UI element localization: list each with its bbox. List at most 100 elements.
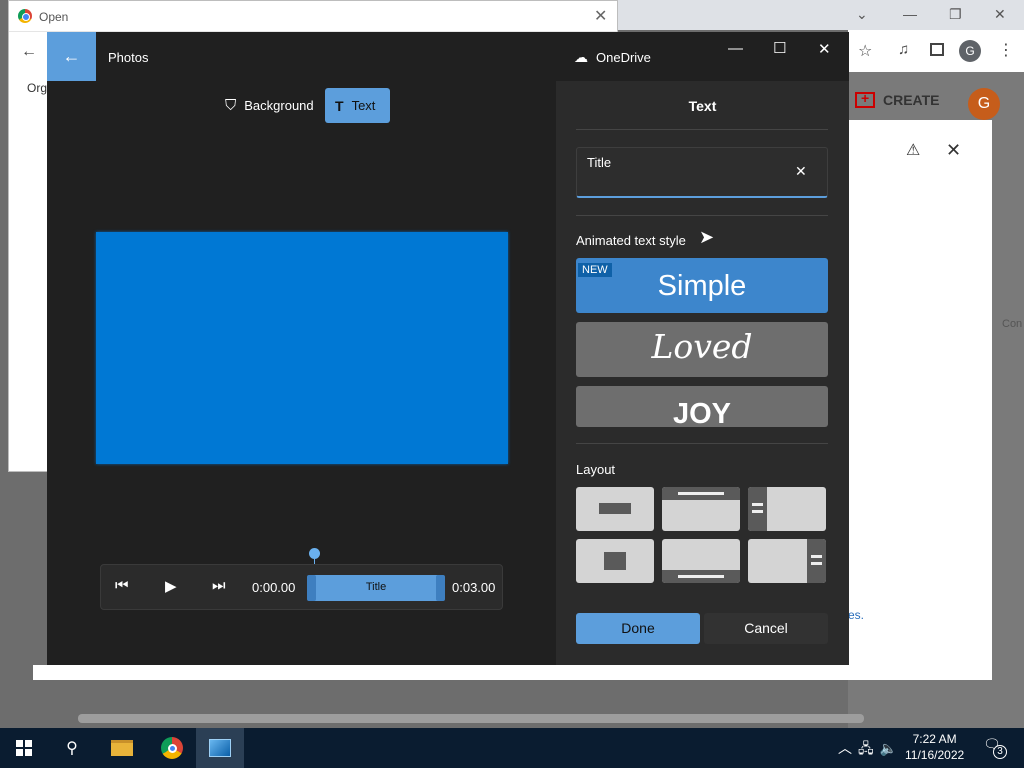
side-panel-icon[interactable] bbox=[930, 43, 944, 56]
dialog-bottom bbox=[33, 665, 992, 680]
clip-label: Title bbox=[365, 581, 387, 593]
layout-mark bbox=[599, 503, 631, 514]
feedback-icon[interactable]: ⚠ bbox=[906, 140, 920, 160]
avatar[interactable]: G bbox=[968, 88, 1000, 120]
clock[interactable]: 7:22 AM 11/16/2022 bbox=[905, 731, 964, 763]
cloud-off-icon: ☁ bbox=[574, 49, 588, 65]
minimize-icon[interactable]: — bbox=[903, 6, 917, 22]
cancel-button[interactable]: Cancel bbox=[704, 613, 828, 644]
divider bbox=[576, 443, 828, 444]
layout-bottom-bar[interactable] bbox=[662, 539, 740, 583]
clip-start-handle[interactable] bbox=[307, 575, 316, 601]
clock-date: 11/16/2022 bbox=[905, 748, 965, 762]
layout-right-bar[interactable] bbox=[748, 539, 826, 583]
play-icon[interactable]: ▶ bbox=[165, 577, 177, 595]
layout-mark bbox=[807, 539, 826, 583]
close-icon[interactable]: ✕ bbox=[594, 6, 607, 26]
create-video-icon bbox=[855, 90, 875, 108]
onedrive-status[interactable]: ☁ OneDrive bbox=[574, 49, 651, 66]
clear-icon[interactable]: ✕ bbox=[795, 163, 807, 180]
layout-label: Layout bbox=[576, 462, 616, 477]
layout-center-box[interactable] bbox=[576, 539, 654, 583]
open-dialog-title-bar: Open ✕ bbox=[9, 1, 617, 32]
layout-mark bbox=[604, 552, 626, 570]
title-text-field[interactable]: Title ✕ bbox=[576, 147, 828, 198]
minimize-icon[interactable]: — bbox=[728, 40, 743, 57]
chrome-title-bar: ⌄ — ❐ ✕ bbox=[618, 0, 1024, 30]
style-loved-label: Loved bbox=[651, 327, 753, 366]
previous-frame-icon[interactable]: ⏮ bbox=[115, 577, 129, 594]
horizontal-scrollbar[interactable] bbox=[78, 714, 864, 723]
link-text[interactable]: es. bbox=[848, 608, 864, 622]
playhead-knob[interactable] bbox=[309, 548, 320, 559]
panel-title: Text bbox=[688, 98, 717, 114]
layout-mark bbox=[678, 575, 724, 578]
notification-count: 3 bbox=[993, 745, 1007, 759]
layout-top-bar[interactable] bbox=[662, 487, 740, 531]
menu-dots-icon[interactable]: ⋮ bbox=[998, 40, 1014, 60]
animated-style-label: Animated text style bbox=[576, 233, 686, 248]
search-icon[interactable]: ⚲ bbox=[48, 728, 96, 768]
layout-mark bbox=[678, 492, 724, 495]
done-button[interactable]: Done bbox=[576, 613, 700, 644]
app-title: Photos bbox=[108, 50, 149, 65]
star-icon[interactable]: ☆ bbox=[858, 41, 872, 61]
restore-icon[interactable]: ❐ bbox=[949, 6, 962, 23]
windows-logo bbox=[16, 740, 32, 756]
paint-bucket-icon: ⛉ bbox=[225, 97, 237, 114]
next-frame-icon[interactable]: ⏭ bbox=[212, 577, 226, 594]
open-dialog-title: Open bbox=[39, 10, 69, 24]
layout-center-bar[interactable] bbox=[576, 487, 654, 531]
text-add-icon: T bbox=[335, 97, 344, 114]
notification-icon[interactable]: 🗨 3 bbox=[983, 736, 1007, 760]
divider bbox=[576, 129, 828, 130]
divider bbox=[576, 215, 828, 216]
chrome-icon[interactable] bbox=[148, 728, 196, 768]
back-arrow-button[interactable]: ← bbox=[47, 32, 96, 81]
chrome-logo bbox=[161, 737, 183, 759]
create-button[interactable]: CREATE bbox=[855, 90, 940, 108]
style-joy[interactable]: JOY bbox=[576, 386, 828, 427]
timeline-bar: ⏮ ▶ ⏭ 0:00.00 Title 0:03.00 bbox=[100, 564, 503, 610]
photos-window: ← Photos ☁ OneDrive — ☐ ✕ ⛉ Background T… bbox=[47, 32, 849, 665]
close-icon[interactable]: ✕ bbox=[946, 140, 961, 161]
photos-icon[interactable] bbox=[196, 728, 244, 768]
back-arrow-icon[interactable]: ← bbox=[21, 43, 37, 61]
video-preview bbox=[96, 232, 508, 464]
side-text: Con bbox=[1002, 318, 1023, 330]
tab-background-label: Background bbox=[244, 98, 314, 113]
close-icon[interactable]: ✕ bbox=[818, 40, 831, 58]
tab-text[interactable]: T Text bbox=[325, 88, 390, 123]
style-simple[interactable]: NEW Simple bbox=[576, 258, 828, 313]
layout-left-bar[interactable] bbox=[748, 487, 826, 531]
system-tray[interactable]: ︿🖧🔈 bbox=[838, 738, 903, 762]
chrome-toolbar: ☆ ♫ G ⋮ bbox=[848, 30, 1024, 72]
chrome-icon bbox=[18, 9, 32, 23]
folder-shape bbox=[111, 740, 133, 756]
start-time: 0:00.00 bbox=[252, 580, 296, 595]
style-loved[interactable]: Loved bbox=[576, 322, 828, 377]
title-value: Title bbox=[587, 155, 612, 170]
onedrive-label: OneDrive bbox=[596, 50, 651, 65]
end-time: 0:03.00 bbox=[452, 580, 496, 595]
profile-avatar[interactable]: G bbox=[959, 40, 981, 62]
tab-text-label: Text bbox=[351, 98, 376, 113]
chevron-down-icon[interactable]: ⌄ bbox=[856, 6, 868, 23]
start-icon[interactable] bbox=[0, 728, 48, 768]
taskbar: ⚲ ︿🖧🔈 7:22 AM 11/16/2022 🗨 3 bbox=[0, 728, 1024, 768]
text-panel: Text Title ✕ ➤ Animated text style NEW S… bbox=[556, 81, 849, 665]
maximize-icon[interactable]: ☐ bbox=[773, 39, 786, 57]
create-label: CREATE bbox=[883, 92, 940, 108]
close-icon[interactable]: ✕ bbox=[994, 6, 1006, 23]
media-icon[interactable]: ♫ bbox=[898, 41, 909, 58]
text-clip[interactable]: Title bbox=[307, 575, 445, 601]
clip-end-handle[interactable] bbox=[436, 575, 445, 601]
clock-time: 7:22 AM bbox=[912, 732, 957, 746]
photos-logo bbox=[209, 739, 231, 757]
layout-mark bbox=[752, 503, 763, 506]
layout-mark bbox=[811, 555, 822, 558]
tab-background[interactable]: ⛉ Background bbox=[217, 89, 322, 122]
layout-mark bbox=[748, 487, 767, 531]
organize-menu[interactable]: Org bbox=[27, 81, 47, 95]
file-explorer-icon[interactable] bbox=[98, 728, 146, 768]
